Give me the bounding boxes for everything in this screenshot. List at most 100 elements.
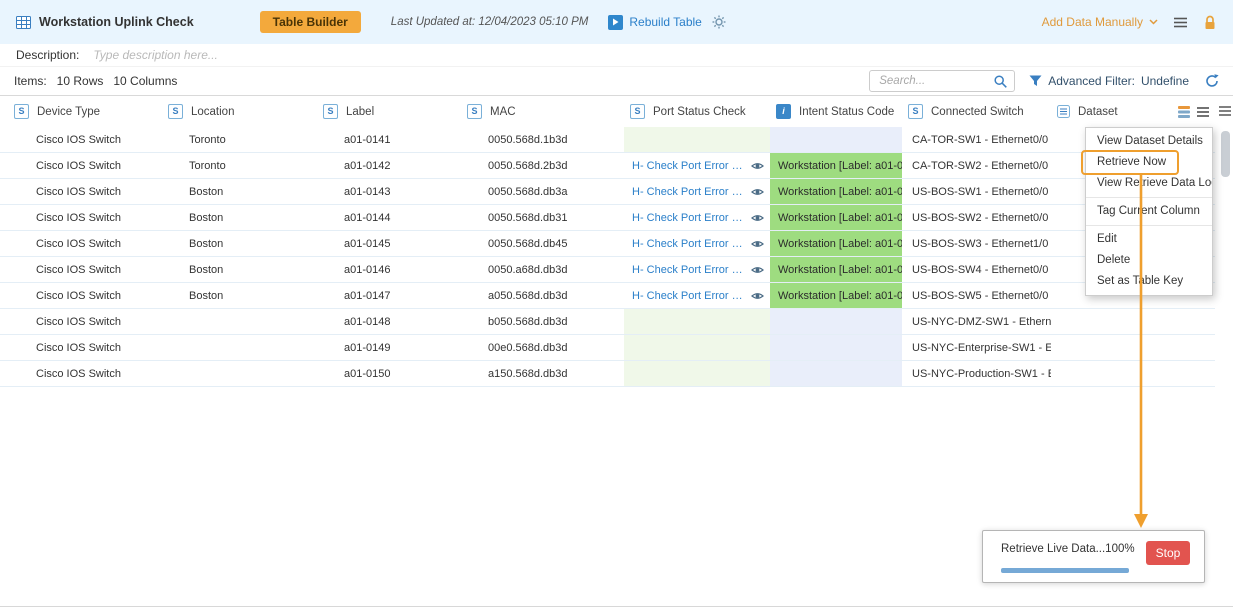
menu-item-set-as-table-key[interactable]: Set as Table Key bbox=[1086, 271, 1212, 292]
table-row[interactable]: Cisco IOS Switch Toronto a01-0142 0050.5… bbox=[0, 153, 1215, 179]
cell-port-status bbox=[624, 335, 770, 360]
cell-port-status: H- Check Port Error US-... bbox=[624, 179, 770, 204]
eye-icon[interactable] bbox=[751, 239, 764, 249]
menu-separator bbox=[1086, 197, 1212, 198]
cell-label: a01-0141 bbox=[317, 127, 461, 152]
cell-dataset bbox=[1051, 335, 1215, 360]
retrieve-progress-message: Retrieve Live Data...100% bbox=[1001, 543, 1135, 555]
advanced-filter-value: Undefine bbox=[1141, 74, 1189, 88]
column-label: Dataset bbox=[1078, 106, 1118, 118]
menu-icon[interactable] bbox=[1174, 17, 1187, 28]
cell-mac: 0050.568d.db31 bbox=[461, 205, 624, 230]
column-header-port-status-check[interactable]: S Port Status Check bbox=[624, 96, 770, 127]
cell-label: a01-0146 bbox=[317, 257, 461, 282]
retrieve-progress-toast: Retrieve Live Data...100% Stop bbox=[982, 530, 1205, 583]
cell-connected-switch: US-BOS-SW3 - Ethernet1/0 bbox=[902, 231, 1051, 256]
refresh-icon[interactable] bbox=[1205, 74, 1219, 88]
port-status-link[interactable]: H- Check Port Error US-... bbox=[632, 264, 747, 276]
string-type-icon: S bbox=[630, 104, 645, 119]
port-status-link[interactable]: H- Check Port Error US-... bbox=[632, 290, 747, 302]
column-header-label[interactable]: S Label bbox=[317, 96, 461, 127]
eye-icon[interactable] bbox=[751, 187, 764, 197]
cell-dataset bbox=[1051, 361, 1215, 386]
cell-mac: 0050.568d.2b3d bbox=[461, 153, 624, 178]
menu-item-view-retrieve-data-log[interactable]: View Retrieve Data Log bbox=[1086, 173, 1212, 194]
table-settings-icon[interactable] bbox=[1219, 106, 1231, 116]
play-icon bbox=[608, 15, 623, 30]
cell-connected-switch: CA-TOR-SW2 - Ethernet0/0 bbox=[902, 153, 1051, 178]
table-row[interactable]: Cisco IOS Switch Boston a01-0146 0050.a6… bbox=[0, 257, 1215, 283]
rebuild-table-label: Rebuild Table bbox=[629, 15, 702, 29]
lock-icon[interactable] bbox=[1203, 15, 1217, 30]
gear-icon[interactable] bbox=[712, 15, 726, 29]
cell-location: Boston bbox=[162, 231, 317, 256]
port-status-link[interactable]: H- Check Port Error US-... bbox=[632, 238, 747, 250]
table-builder-button[interactable]: Table Builder bbox=[260, 11, 361, 33]
rebuild-table-button[interactable]: Rebuild Table bbox=[608, 15, 702, 30]
menu-item-view-dataset-details[interactable]: View Dataset Details bbox=[1086, 131, 1212, 152]
cell-label: a01-0142 bbox=[317, 153, 461, 178]
column-header-connected-switch[interactable]: S Connected Switch bbox=[902, 96, 1051, 127]
cell-intent-status bbox=[770, 309, 902, 334]
table-row[interactable]: Cisco IOS Switch Boston a01-0147 a050.56… bbox=[0, 283, 1215, 309]
cell-device-type: Cisco IOS Switch bbox=[0, 361, 162, 386]
table-row[interactable]: Cisco IOS Switch a01-0150 a150.568d.db3d… bbox=[0, 361, 1215, 387]
string-type-icon: S bbox=[323, 104, 338, 119]
cell-device-type: Cisco IOS Switch bbox=[0, 231, 162, 256]
dataset-type-icon bbox=[1057, 105, 1070, 118]
table-icon bbox=[16, 16, 31, 29]
column-header-intent-status-code[interactable]: i Intent Status Code bbox=[770, 96, 902, 127]
menu-item-delete[interactable]: Delete bbox=[1086, 250, 1212, 271]
columns-count: 10 Columns bbox=[113, 74, 177, 88]
search-icon[interactable] bbox=[994, 75, 1007, 88]
column-label: Port Status Check bbox=[653, 106, 746, 118]
column-menu-icon[interactable] bbox=[1197, 107, 1209, 117]
table-row[interactable]: Cisco IOS Switch Toronto a01-0141 0050.5… bbox=[0, 127, 1215, 153]
table-row[interactable]: Cisco IOS Switch Boston a01-0144 0050.56… bbox=[0, 205, 1215, 231]
menu-item-edit[interactable]: Edit bbox=[1086, 229, 1212, 250]
cell-intent-status: Workstation [Label: a01-014... bbox=[770, 205, 902, 230]
column-header-device-type[interactable]: S Device Type bbox=[0, 96, 162, 127]
search-input[interactable] bbox=[877, 74, 994, 88]
column-header-location[interactable]: S Location bbox=[162, 96, 317, 127]
table-row[interactable]: Cisco IOS Switch Boston a01-0143 0050.56… bbox=[0, 179, 1215, 205]
cell-port-status bbox=[624, 127, 770, 152]
advanced-filter-button[interactable]: Advanced Filter: Undefine bbox=[1029, 74, 1189, 88]
cell-label: a01-0147 bbox=[317, 283, 461, 308]
eye-icon[interactable] bbox=[751, 291, 764, 301]
column-label: Device Type bbox=[37, 106, 100, 118]
advanced-filter-label: Advanced Filter: bbox=[1048, 74, 1135, 88]
description-input[interactable]: Type description here... bbox=[93, 48, 218, 62]
table-body: Cisco IOS Switch Toronto a01-0141 0050.5… bbox=[0, 127, 1215, 387]
cell-connected-switch: US-BOS-SW5 - Ethernet0/0 bbox=[902, 283, 1051, 308]
cell-device-type: Cisco IOS Switch bbox=[0, 257, 162, 282]
menu-item-retrieve-now[interactable]: Retrieve Now bbox=[1086, 152, 1212, 173]
table-row[interactable]: Cisco IOS Switch a01-0148 b050.568d.db3d… bbox=[0, 309, 1215, 335]
cell-label: a01-0144 bbox=[317, 205, 461, 230]
eye-icon[interactable] bbox=[751, 213, 764, 223]
cell-mac: 00e0.568d.db3d bbox=[461, 335, 624, 360]
filter-icon bbox=[1029, 75, 1042, 87]
cell-location bbox=[162, 361, 317, 386]
cell-connected-switch: CA-TOR-SW1 - Ethernet0/0 bbox=[902, 127, 1051, 152]
column-label: Connected Switch bbox=[931, 106, 1024, 118]
eye-icon[interactable] bbox=[751, 161, 764, 171]
column-header-dataset[interactable]: Dataset bbox=[1051, 96, 1215, 127]
table-row[interactable]: Cisco IOS Switch a01-0149 00e0.568d.db3d… bbox=[0, 335, 1215, 361]
vertical-scrollbar[interactable] bbox=[1221, 131, 1230, 177]
rows-count: 10 Rows bbox=[57, 74, 104, 88]
table-row[interactable]: Cisco IOS Switch Boston a01-0145 0050.56… bbox=[0, 231, 1215, 257]
port-status-link[interactable]: H- Check Port Error CA-... bbox=[632, 160, 747, 172]
cell-location: Toronto bbox=[162, 127, 317, 152]
column-header-mac[interactable]: S MAC bbox=[461, 96, 624, 127]
menu-separator bbox=[1086, 225, 1212, 226]
add-data-manually-label: Add Data Manually bbox=[1042, 15, 1143, 29]
port-status-link[interactable]: H- Check Port Error US-... bbox=[632, 186, 747, 198]
cell-intent-status: Workstation [Label: a01-014... bbox=[770, 257, 902, 282]
string-type-icon: S bbox=[908, 104, 923, 119]
port-status-link[interactable]: H- Check Port Error US-... bbox=[632, 212, 747, 224]
menu-item-tag-current-column[interactable]: Tag Current Column bbox=[1086, 201, 1212, 222]
stop-button[interactable]: Stop bbox=[1146, 541, 1190, 565]
add-data-manually-button[interactable]: Add Data Manually bbox=[1042, 15, 1158, 29]
eye-icon[interactable] bbox=[751, 265, 764, 275]
